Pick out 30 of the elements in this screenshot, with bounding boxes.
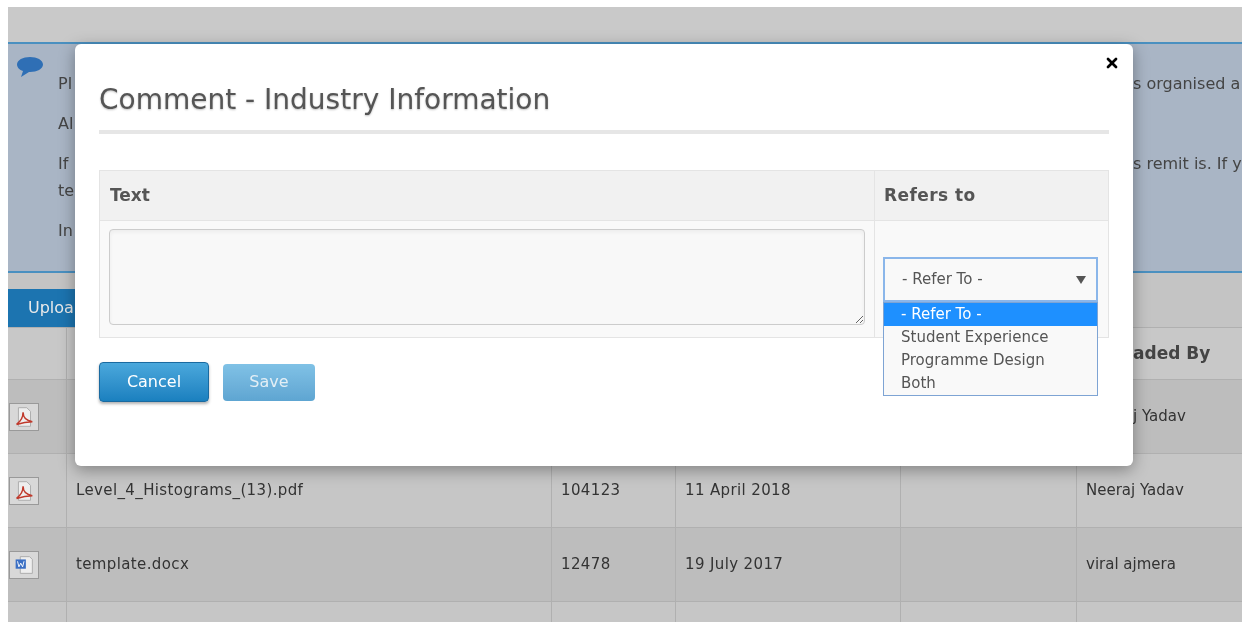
info-text: If xyxy=(58,153,70,175)
refer-to-select[interactable]: - Refer To - xyxy=(883,257,1098,302)
dropdown-arrow-icon xyxy=(1076,275,1086,284)
column-header: Text xyxy=(110,183,150,207)
file-size: 12478 xyxy=(561,554,611,576)
uploader-name: j Yadav xyxy=(1133,406,1186,428)
info-text: Al xyxy=(58,113,75,135)
file-name: Level_4_Histograms_(13).pdf xyxy=(76,480,304,502)
dialog-title: Comment - Industry Information xyxy=(99,82,552,118)
speech-bubble-icon xyxy=(16,56,44,78)
info-text: Pl xyxy=(58,73,74,95)
dropdown-option[interactable]: Both xyxy=(884,372,1097,395)
pdf-file-icon[interactable] xyxy=(9,402,39,431)
pdf-file-icon[interactable] xyxy=(9,476,39,505)
close-icon xyxy=(1104,55,1120,71)
info-text: In xyxy=(58,220,74,242)
dropdown-option[interactable]: Student Experience xyxy=(884,326,1097,349)
uploader-name: Neeraj Yadav xyxy=(1086,480,1184,502)
word-file-icon[interactable] xyxy=(9,550,39,579)
info-text: s organised a xyxy=(1133,74,1241,93)
uploader-name: viral ajmera xyxy=(1086,554,1176,576)
column-header: aded By xyxy=(1133,341,1211,365)
dropdown-option[interactable]: Programme Design xyxy=(884,349,1097,372)
upload-date: 19 July 2017 xyxy=(685,554,784,576)
file-name: template.docx xyxy=(76,554,190,576)
upload-date: 11 April 2018 xyxy=(685,480,791,502)
info-text: te xyxy=(58,180,76,202)
column-header: Refers to xyxy=(884,183,976,207)
file-size: 104123 xyxy=(561,480,621,502)
info-text: s remit is. If y xyxy=(1133,154,1242,173)
